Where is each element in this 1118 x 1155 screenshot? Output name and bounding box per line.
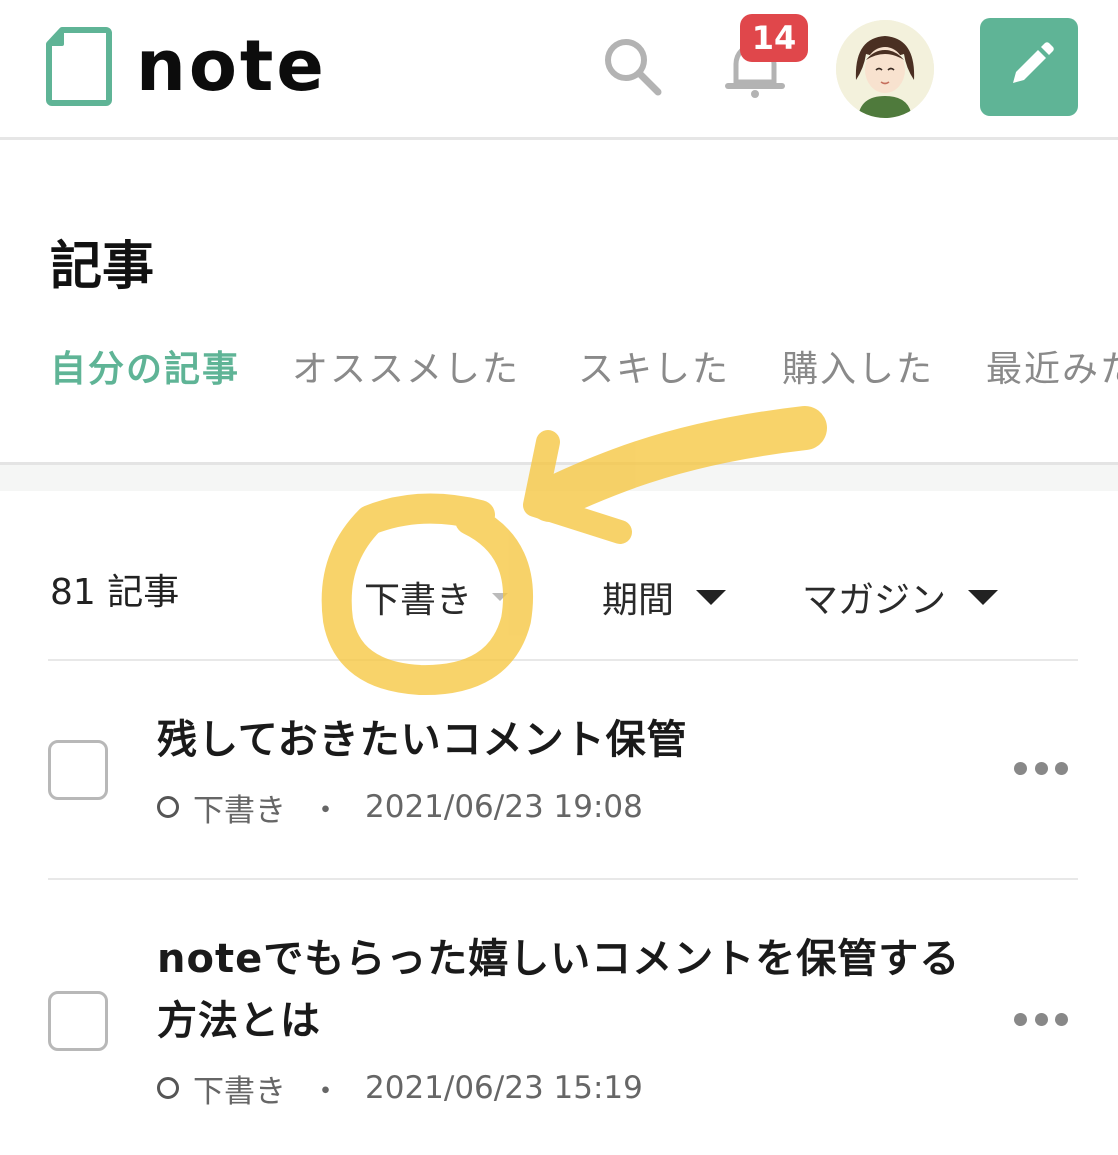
article-status: 下書き bbox=[193, 1073, 286, 1110]
chevron-down-icon bbox=[696, 589, 727, 605]
draft-status-icon bbox=[157, 1077, 179, 1099]
article-title-line-2[interactable]: 方法とは bbox=[157, 990, 321, 1052]
page-title: 記事 bbox=[50, 237, 155, 297]
article-meta: 下書き ・ 2021/06/23 15:19 bbox=[157, 1068, 643, 1110]
magazine-filter-label: マガジン bbox=[802, 580, 947, 621]
status-filter-label: 下書き bbox=[364, 580, 473, 621]
pencil-icon bbox=[1013, 42, 1054, 83]
tab-recommended[interactable]: オススメした bbox=[292, 340, 520, 400]
tab-bar: 自分の記事 オススメした スキした 購入した 最近みた bbox=[0, 340, 1118, 400]
write-post-button[interactable] bbox=[980, 18, 1078, 116]
meta-separator: ・ bbox=[310, 792, 341, 829]
article-title[interactable]: 残しておきたいコメント保管 bbox=[157, 709, 688, 771]
search-button[interactable] bbox=[600, 34, 664, 98]
article-count: 81 記事 bbox=[50, 572, 180, 613]
list-item[interactable]: 残しておきたいコメント保管 下書き ・ 2021/06/23 19:08 bbox=[0, 661, 1118, 879]
chevron-down-icon bbox=[968, 589, 999, 605]
note-logo[interactable]: note bbox=[46, 26, 327, 106]
user-avatar bbox=[836, 20, 934, 118]
list-item[interactable]: noteでもらった嬉しいコメントを保管する 方法とは 下書き ・ 2021/06… bbox=[0, 880, 1118, 1155]
magazine-filter-dropdown[interactable]: マガジン bbox=[802, 572, 999, 622]
draft-status-icon bbox=[157, 796, 179, 818]
tab-purchased[interactable]: 購入した bbox=[782, 340, 934, 400]
avatar[interactable] bbox=[836, 20, 934, 118]
article-title-line-1[interactable]: noteでもらった嬉しいコメントを保管する bbox=[157, 928, 960, 990]
tab-liked[interactable]: スキした bbox=[578, 340, 730, 400]
more-options-icon[interactable] bbox=[1014, 762, 1068, 776]
select-checkbox[interactable] bbox=[48, 991, 108, 1051]
top-header: note 14 bbox=[0, 0, 1118, 140]
article-meta: 下書き ・ 2021/06/23 19:08 bbox=[157, 787, 643, 829]
note-logo-icon bbox=[46, 27, 112, 106]
section-separator bbox=[0, 465, 1118, 491]
article-datetime: 2021/06/23 19:08 bbox=[365, 789, 643, 825]
article-status: 下書き bbox=[193, 792, 286, 829]
notification-badge: 14 bbox=[740, 14, 808, 62]
logo-text: note bbox=[136, 25, 327, 107]
status-filter-dropdown[interactable]: 下書き bbox=[364, 572, 509, 622]
search-icon bbox=[605, 39, 662, 96]
period-filter-label: 期間 bbox=[602, 580, 675, 621]
article-datetime: 2021/06/23 15:19 bbox=[365, 1070, 643, 1106]
meta-separator: ・ bbox=[310, 1073, 341, 1110]
chevron-down-icon bbox=[492, 593, 509, 601]
tab-recently-viewed[interactable]: 最近みた bbox=[986, 340, 1118, 400]
select-checkbox[interactable] bbox=[48, 740, 108, 800]
tab-my-articles[interactable]: 自分の記事 bbox=[50, 340, 240, 400]
more-options-icon[interactable] bbox=[1014, 1013, 1068, 1027]
period-filter-dropdown[interactable]: 期間 bbox=[602, 572, 727, 622]
